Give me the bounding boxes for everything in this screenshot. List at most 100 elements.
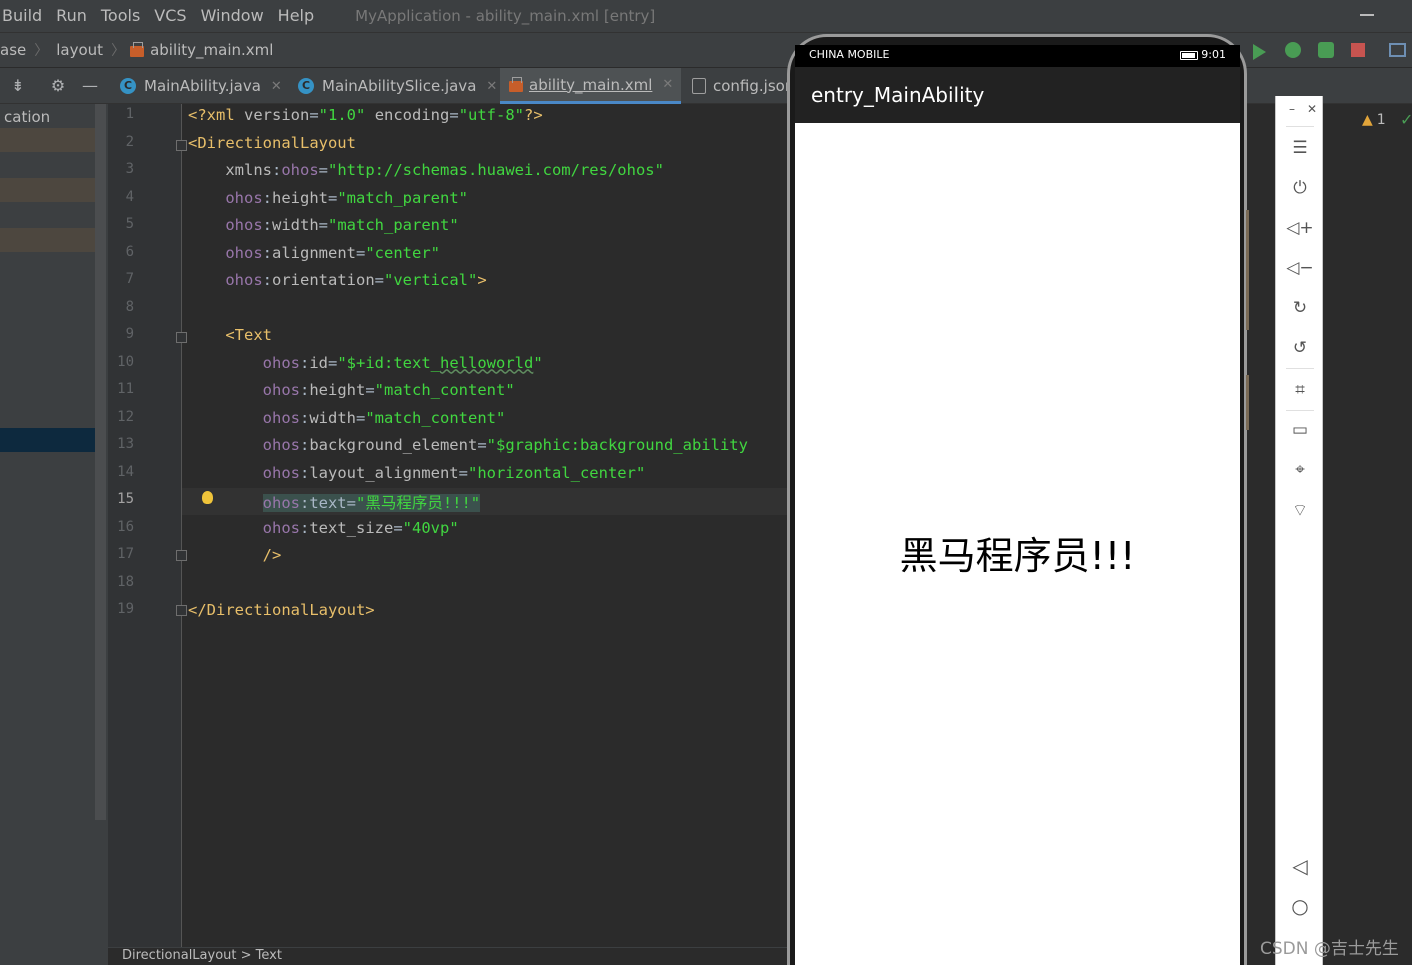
tab-mainability-java[interactable]: C MainAbility.java ✕ — [112, 68, 290, 104]
close-icon[interactable]: ✕ — [1288, 102, 1336, 116]
battery-icon[interactable]: ▭ — [1276, 420, 1324, 440]
back-icon[interactable]: ◁ — [1276, 854, 1324, 878]
xml-file-icon — [508, 76, 524, 93]
code-line[interactable]: ohos:text_size="40vp" — [188, 519, 459, 537]
project-row-modified[interactable] — [0, 128, 106, 152]
volume-up-icon[interactable]: ◁+ — [1276, 218, 1324, 238]
rotate-left-icon[interactable]: ↺ — [1276, 338, 1324, 358]
code-line[interactable]: ohos:orientation="vertical"> — [188, 271, 486, 289]
code-line[interactable]: ohos:height="match_content" — [188, 381, 515, 399]
chevron-right-icon: 〉 — [111, 43, 126, 59]
code-token: ohos — [262, 436, 300, 454]
code-line[interactable]: <?xml version="1.0" encoding="utf-8"?> — [188, 106, 543, 124]
code-line[interactable]: ohos:width="match_parent" — [188, 216, 458, 234]
scrollbar[interactable] — [95, 104, 106, 820]
wifi-icon[interactable]: ⌔ — [1276, 500, 1324, 521]
hide-panel-icon[interactable]: — — [80, 76, 100, 96]
project-row-selected[interactable] — [0, 428, 106, 452]
code-line[interactable]: ohos:id="$+id:text_helloworld" — [188, 354, 543, 372]
java-class-icon: C — [120, 78, 136, 94]
code-line[interactable]: <DirectionalLayout — [188, 134, 356, 152]
breadcrumb-item-ase[interactable]: ase — [0, 41, 30, 59]
tab-mainabilityslice-java[interactable]: C MainAbilitySlice.java ✕ — [290, 68, 505, 104]
code-token: = — [458, 463, 468, 482]
menu-tools[interactable]: Tools — [94, 0, 147, 32]
screenshot-icon[interactable]: ⌗ — [1276, 380, 1324, 400]
structure-breadcrumb[interactable]: DirectionalLayout > Text — [108, 947, 790, 965]
project-row-modified[interactable] — [0, 178, 106, 202]
line-number: 4 — [125, 188, 134, 205]
close-icon[interactable]: ✕ — [486, 79, 497, 94]
check-icon[interactable]: ✓ — [1400, 110, 1412, 129]
code-line[interactable]: ohos:layout_alignment="horizontal_center… — [188, 463, 646, 482]
gear-icon[interactable]: ⚙ — [48, 76, 68, 96]
collapse-all-icon[interactable]: ⇟ — [8, 76, 28, 96]
home-icon[interactable]: ○ — [1276, 894, 1324, 918]
stop-icon[interactable] — [1351, 43, 1365, 57]
fold-icon[interactable] — [176, 550, 187, 561]
minimize-icon[interactable] — [1360, 14, 1374, 16]
menu-vcs[interactable]: VCS — [147, 0, 193, 32]
close-icon[interactable]: ✕ — [271, 79, 282, 94]
phone-screen[interactable]: CHINA MOBILE 9:01 entry_MainAbility 黑马程序… — [795, 45, 1240, 965]
code-token: <DirectionalLayout — [188, 133, 356, 152]
project-tree-item[interactable]: cation — [4, 108, 50, 126]
code-line[interactable]: ohos:height="match_parent" — [188, 189, 468, 207]
tab-config-json[interactable]: config.json — [684, 68, 802, 104]
run-icon[interactable] — [1253, 44, 1266, 60]
menu-run[interactable]: Run — [49, 0, 94, 32]
code-line[interactable]: /> — [188, 546, 282, 564]
project-panel: cation — [0, 104, 108, 965]
code-line[interactable]: ohos:background_element="$graphic:backgr… — [188, 436, 748, 454]
power-icon[interactable]: ⏻ — [1276, 178, 1324, 198]
code-line[interactable]: ohos:text="黑马程序员!!!" — [188, 491, 481, 513]
device-manager-icon[interactable] — [1389, 43, 1406, 57]
fold-icon[interactable] — [176, 605, 187, 616]
code-line[interactable]: ohos:alignment="center" — [188, 244, 440, 262]
code-line[interactable]: xmlns:ohos="http://schemas.huawei.com/re… — [188, 161, 664, 179]
code-token: : — [262, 243, 272, 262]
carrier-label: CHINA MOBILE — [809, 48, 890, 61]
inspection-widget[interactable]: ▲ 1 — [1362, 112, 1386, 128]
debug-icon[interactable] — [1285, 42, 1301, 58]
code-line[interactable]: </DirectionalLayout> — [188, 601, 375, 619]
simulator-toolbar: – ✕ ☰ ⏻ ◁+ ◁− ↻ ↺ ⌗ ▭ ⌖ ⌔ ◁ ○ — [1275, 96, 1323, 965]
breadcrumb-item-layout[interactable]: layout — [52, 41, 107, 59]
code-line[interactable]: ohos:width="match_content" — [188, 408, 506, 427]
lightbulb-icon[interactable] — [202, 491, 213, 504]
code-token: ohos — [262, 494, 300, 512]
code-token: = — [356, 408, 366, 427]
rotate-right-icon[interactable]: ↻ — [1276, 298, 1324, 318]
code-token: = — [365, 381, 375, 399]
watermark: CSDN @吉士先生 — [1260, 939, 1399, 959]
menu-window[interactable]: Window — [194, 0, 271, 32]
menu-build[interactable]: Build — [0, 0, 49, 32]
code-editor[interactable]: 1 2 3 4 5 6 7 8 9 10 11 12 13 14 15 16 17 18 19 <?xml vers… — [108, 104, 790, 965]
battery-icon — [1180, 51, 1198, 60]
close-icon[interactable]: ✕ — [662, 77, 673, 92]
code-line[interactable]: <Text — [188, 326, 272, 344]
code-token: orientation — [272, 271, 375, 289]
breadcrumb-item-file[interactable]: ability_main.xml — [150, 41, 277, 59]
code-token: height — [272, 188, 328, 207]
menu-icon[interactable]: ☰ — [1276, 138, 1324, 158]
fold-icon[interactable] — [176, 332, 187, 343]
volume-down-icon[interactable]: ◁− — [1276, 258, 1324, 278]
code-token: : — [272, 161, 282, 179]
code-token: : — [299, 381, 310, 399]
project-row-modified[interactable] — [0, 228, 106, 252]
fold-icon[interactable] — [176, 140, 187, 151]
location-icon[interactable]: ⌖ — [1276, 460, 1324, 480]
line-number: 2 — [125, 133, 134, 150]
code-token: "match_content" — [374, 381, 515, 399]
tab-ability-main-xml[interactable]: ability_main.xml ✕ — [500, 68, 682, 104]
attach-debugger-icon[interactable] — [1318, 42, 1334, 58]
line-number: 13 — [117, 436, 134, 452]
clock: 9:01 — [1201, 48, 1226, 61]
menu-help[interactable]: Help — [271, 0, 321, 32]
